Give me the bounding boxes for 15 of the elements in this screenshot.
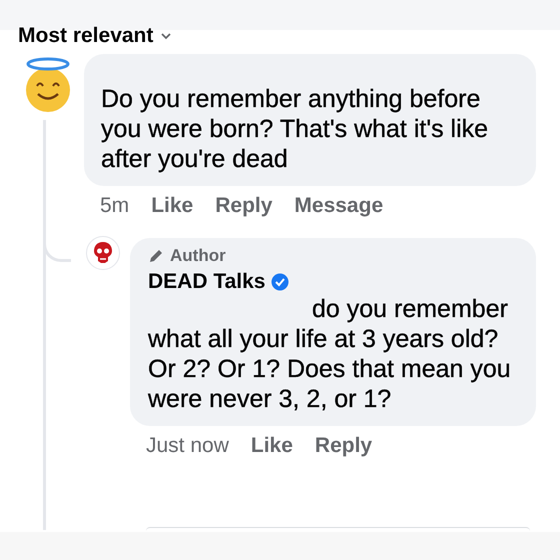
sort-label[interactable]: Most relevant <box>18 24 154 48</box>
reply-link[interactable]: Reply <box>314 434 372 458</box>
pencil-icon <box>148 248 164 264</box>
like-link[interactable]: Like <box>250 434 293 458</box>
caret-icon[interactable] <box>161 32 172 40</box>
timestamp: 5m <box>100 194 130 218</box>
reply-link[interactable]: Reply <box>215 194 272 218</box>
comment-text: Do you remember anything before you were born? That's what it's like after you're dead <box>101 84 490 174</box>
like-link[interactable]: Like <box>151 194 194 218</box>
author-label: Author <box>170 246 226 266</box>
author-name[interactable]: DEAD Talks <box>148 270 266 294</box>
avatar-icon[interactable] <box>86 236 120 270</box>
reply-text: do you remember what all your life at 3 years old? Or 2? Or 1? Does that mean you were never 3, 2, or 1? <box>148 294 512 414</box>
timestamp: Just now <box>146 434 229 458</box>
message-link[interactable]: Message <box>294 194 384 218</box>
